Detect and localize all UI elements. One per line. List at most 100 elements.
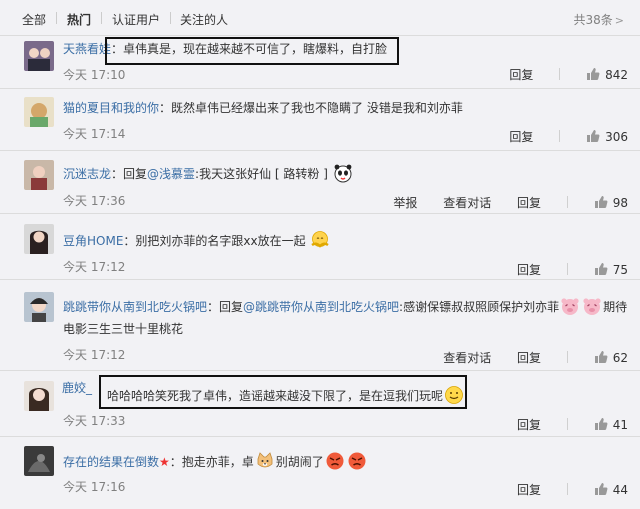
- comment-text-line2: 电影三生三世十里桃花: [63, 322, 184, 336]
- reply-button[interactable]: 回复: [517, 481, 541, 498]
- comment-content: 鹿姣_: [62, 379, 92, 396]
- comment-content: 存在的结果在倒数★：抱走亦菲，卓 别胡闹了: [63, 451, 368, 471]
- comment-username[interactable]: 天燕看娃: [63, 42, 111, 56]
- pink-pig-emoji-icon: [561, 298, 579, 315]
- shiba-dog-emoji-icon: [257, 452, 273, 468]
- comment-content: 猫的夏目和我的你：既然卓伟已经爆出来了我也不隐瞒了 没错是我和刘亦菲: [63, 99, 463, 116]
- like-count: 98: [612, 196, 628, 210]
- like-button[interactable]: 306: [586, 129, 628, 144]
- user-avatar[interactable]: [24, 160, 54, 190]
- comment-content: 沉迷志龙：回复@浅慕霊:我天这张好仙 [ 路转粉 ]: [63, 163, 354, 183]
- like-count: 306: [605, 130, 628, 144]
- report-button[interactable]: 举报: [393, 194, 417, 211]
- hug-emoji-icon: [311, 231, 330, 248]
- action-divider: [566, 196, 568, 208]
- view-conversation-button[interactable]: 查看对话: [443, 349, 491, 366]
- like-count: 62: [612, 351, 628, 365]
- thumbs-up-icon: [587, 130, 600, 142]
- comment-username[interactable]: 猫的夏目和我的你: [63, 101, 159, 115]
- comment-actions: 回复 306: [487, 128, 628, 145]
- comment-time: 今天 17:10: [63, 68, 126, 82]
- user-avatar[interactable]: [24, 446, 54, 476]
- action-divider: [566, 351, 568, 363]
- comment-item: 豆角HOME：别把刘亦菲的名字跟xx放在一起 今天 17:12 回复 75: [0, 213, 640, 280]
- comment-actions: 查看对话 回复 62: [421, 349, 628, 366]
- comment-item: 跳跳带你从南到北吃火锅吧：回复@跳跳带你从南到北吃火锅吧:感谢保镖叔叔照顾保护刘…: [0, 279, 640, 371]
- like-count: 842: [605, 68, 628, 82]
- like-button[interactable]: 842: [586, 67, 628, 82]
- reply-button[interactable]: 回复: [517, 416, 541, 433]
- comment-actions: 回复 44: [495, 481, 628, 498]
- comment-filter-tabs: 全部 热门 认证用户 关注的人 共38条 >: [0, 0, 640, 35]
- comment-time: 今天 17:36: [63, 194, 126, 208]
- action-divider: [566, 263, 568, 275]
- panda-emoji-icon: [334, 164, 352, 183]
- comment-time: 今天 17:14: [63, 127, 126, 141]
- comment-text-continued: 别胡闹了: [275, 455, 324, 469]
- highlight-box: [105, 37, 399, 65]
- comment-actions: 回复 842: [487, 66, 628, 83]
- chevron-right-icon: >: [614, 14, 624, 27]
- pink-pig-emoji-icon: [583, 298, 601, 315]
- thumbs-up-icon: [594, 418, 608, 430]
- comment-text: ：别把刘亦菲的名字跟xx放在一起: [123, 234, 306, 248]
- action-divider: [559, 130, 561, 142]
- reply-button[interactable]: 回复: [517, 194, 541, 211]
- reply-button[interactable]: 回复: [517, 261, 541, 278]
- mention-link[interactable]: @浅慕霊: [147, 167, 195, 181]
- like-count: 44: [612, 483, 628, 497]
- tab-verified-users[interactable]: 认证用户: [112, 11, 160, 28]
- like-button[interactable]: 98: [594, 195, 628, 210]
- comment-content: 跳跳带你从南到北吃火锅吧：回复@跳跳带你从南到北吃火锅吧:感谢保镖叔叔照顾保护刘…: [63, 296, 627, 316]
- vip-star-icon: ★: [159, 455, 170, 469]
- like-button[interactable]: 75: [594, 262, 628, 277]
- user-avatar[interactable]: [24, 41, 54, 71]
- tab-divider: [56, 12, 57, 24]
- highlight-box: [99, 375, 467, 409]
- tab-following[interactable]: 关注的人: [180, 11, 228, 28]
- view-conversation-button[interactable]: 查看对话: [443, 194, 491, 211]
- tab-hot[interactable]: 热门: [67, 11, 91, 28]
- comment-text: ：既然卓伟已经爆出来了我也不隐瞒了 没错是我和刘亦菲: [159, 101, 463, 115]
- comment-text: :感谢保镖叔叔照顾保护刘亦菲: [399, 300, 560, 314]
- angry-face-emoji-icon: [348, 452, 366, 470]
- user-avatar[interactable]: [24, 224, 54, 254]
- comment-text-continued: 期待: [603, 300, 628, 314]
- comment-username[interactable]: 鹿姣_: [62, 381, 92, 395]
- comment-text: :我天这张好仙 [ 路转粉 ]: [195, 167, 328, 181]
- tab-all[interactable]: 全部: [22, 11, 46, 28]
- reply-button[interactable]: 回复: [517, 349, 541, 366]
- thumbs-up-icon: [587, 68, 600, 80]
- reply-button[interactable]: 回复: [509, 66, 533, 83]
- user-avatar[interactable]: [24, 381, 54, 411]
- thumbs-up-icon: [594, 351, 608, 363]
- comment-time: 今天 17:16: [63, 480, 126, 494]
- comment-username[interactable]: 沉迷志龙: [63, 167, 111, 181]
- tab-divider: [101, 12, 102, 24]
- thumbs-up-icon: [594, 196, 608, 208]
- like-count: 41: [612, 418, 628, 432]
- user-avatar[interactable]: [24, 292, 54, 322]
- comment-time: 今天 17:33: [63, 414, 126, 428]
- mention-link[interactable]: @跳跳带你从南到北吃火锅吧: [243, 300, 399, 314]
- comment-username[interactable]: 跳跳带你从南到北吃火锅吧: [63, 300, 207, 314]
- comment-time: 今天 17:12: [63, 260, 126, 274]
- user-avatar[interactable]: [24, 97, 54, 127]
- like-count: 75: [612, 263, 628, 277]
- comment-time: 今天 17:12: [63, 348, 126, 362]
- thumbs-up-icon: [594, 483, 608, 495]
- comment-actions: 回复 41: [495, 416, 628, 433]
- comment-username[interactable]: 豆角HOME: [63, 234, 123, 248]
- comment-count[interactable]: 共38条 >: [574, 11, 625, 28]
- comment-item: 猫的夏目和我的你：既然卓伟已经爆出来了我也不隐瞒了 没错是我和刘亦菲 今天 17…: [0, 88, 640, 151]
- comment-username[interactable]: 存在的结果在倒数: [63, 455, 159, 469]
- like-button[interactable]: 41: [594, 417, 628, 432]
- like-button[interactable]: 44: [594, 482, 628, 497]
- comment-text: ：抱走亦菲，卓: [169, 455, 254, 469]
- comment-actions: 举报 查看对话 回复 98: [371, 194, 628, 211]
- comment-content: 豆角HOME：别把刘亦菲的名字跟xx放在一起: [63, 230, 331, 250]
- action-divider: [559, 68, 561, 80]
- like-button[interactable]: 62: [594, 350, 628, 365]
- action-divider: [566, 483, 568, 495]
- reply-button[interactable]: 回复: [509, 128, 533, 145]
